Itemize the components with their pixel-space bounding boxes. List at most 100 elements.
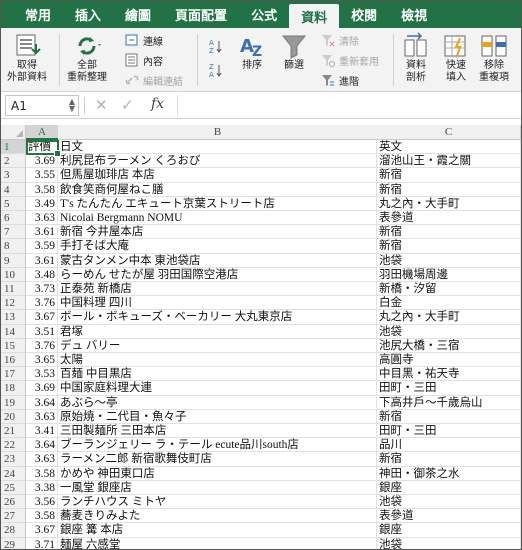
row-header[interactable]: 3: [1, 168, 26, 183]
ribbon-tab[interactable]: 插入: [63, 1, 113, 28]
row-header[interactable]: 24: [1, 466, 26, 481]
row-header[interactable]: 27: [1, 509, 26, 524]
cell-c[interactable]: 池袋: [377, 537, 521, 549]
row-header[interactable]: 4: [1, 182, 26, 197]
cell-a[interactable]: 3.58: [26, 466, 58, 481]
row-header[interactable]: 29: [1, 537, 26, 549]
cell-a[interactable]: 3.58: [26, 182, 58, 197]
row-header[interactable]: 17: [1, 367, 26, 382]
cell-b[interactable]: 日文: [58, 140, 377, 155]
cell-a[interactable]: 3.63: [26, 409, 58, 424]
row-header[interactable]: 1: [1, 140, 26, 155]
ribbon-tab[interactable]: 資料: [289, 4, 340, 28]
cell-b[interactable]: 中国家庭料理大連: [58, 381, 377, 396]
cell-c[interactable]: 品川: [377, 438, 521, 453]
row-header[interactable]: 16: [1, 353, 26, 368]
cell-b[interactable]: T's たんたん エキュート京葉ストリート店: [58, 196, 377, 211]
row-header[interactable]: 21: [1, 424, 26, 439]
row-header[interactable]: 11: [1, 282, 26, 297]
cell-c[interactable]: 田町・三田: [377, 424, 521, 439]
ribbon-tab[interactable]: 常用: [13, 1, 63, 28]
cell-c[interactable]: 銀座: [377, 480, 521, 495]
cell-a[interactable]: 3.69: [26, 381, 58, 396]
cell-b[interactable]: あぶら〜亭: [58, 395, 377, 410]
ribbon-tab[interactable]: 檢視: [389, 1, 439, 28]
cell-b[interactable]: ラーメン二郎 新宿歌舞伎町店: [58, 452, 377, 467]
cell-a[interactable]: 3.48: [26, 267, 58, 282]
cell-b[interactable]: 正泰苑 新橋店: [58, 282, 377, 297]
cell-b[interactable]: Nicolai Bergmann NOMU: [58, 211, 377, 226]
cell-c[interactable]: 英文: [377, 140, 521, 155]
sort-descending-button[interactable]: ZA: [209, 62, 227, 79]
row-header[interactable]: 7: [1, 225, 26, 240]
row-header[interactable]: 20: [1, 409, 26, 424]
cell-b[interactable]: ブーランジェリー ラ・テール ecute品川south店: [58, 438, 377, 453]
cell-c[interactable]: 丸之內・大手町: [377, 310, 521, 325]
cell-a[interactable]: 3.63: [26, 211, 58, 226]
cell-c[interactable]: 新橋・汐留: [377, 282, 521, 297]
cell-b[interactable]: 飲食笑商何屋ねこ膳: [58, 182, 377, 197]
row-header[interactable]: 22: [1, 438, 26, 453]
cell-a[interactable]: 3.56: [26, 495, 58, 510]
row-header[interactable]: 6: [1, 211, 26, 226]
cell-c[interactable]: 羽田機場周邊: [377, 267, 521, 282]
name-box-dropdown-icon[interactable]: ▲ ▼: [69, 98, 75, 113]
name-box[interactable]: A1 ▲ ▼: [5, 95, 79, 116]
cell-b[interactable]: 蒙古タンメン中本 東池袋店: [58, 253, 377, 268]
cell-a[interactable]: 3.76: [26, 338, 58, 353]
reapply-button[interactable]: 重新套用: [321, 52, 379, 68]
row-header[interactable]: 14: [1, 324, 26, 339]
cell-b[interactable]: らーめん せたが屋 羽田国際空港店: [58, 267, 377, 282]
properties-button[interactable]: 內容: [125, 52, 163, 68]
cell-c[interactable]: 中目黑・祐天寺: [377, 367, 521, 382]
cell-a[interactable]: 評價: [26, 140, 58, 155]
cell-c[interactable]: 高圓寺: [377, 353, 521, 368]
get-external-data-button[interactable]: 取得 外部資料: [7, 32, 47, 84]
column-header-c[interactable]: C: [377, 125, 521, 140]
cell-c[interactable]: 池袋: [377, 324, 521, 339]
cancel-icon[interactable]: ✕: [95, 96, 108, 114]
cell-c[interactable]: 丸之內・大手町: [377, 196, 521, 211]
sort-button[interactable]: A Z 排序: [237, 32, 267, 72]
row-header[interactable]: 10: [1, 267, 26, 282]
cell-c[interactable]: 銀座: [377, 523, 521, 538]
cell-a[interactable]: 3.69: [26, 154, 58, 169]
cell-c[interactable]: 新宿: [377, 239, 521, 254]
cell-c[interactable]: 新宿: [377, 225, 521, 240]
cell-a[interactable]: 3.64: [26, 438, 58, 453]
cell-b[interactable]: 三田製麺所 三田本店: [58, 424, 377, 439]
cell-b[interactable]: 太陽: [58, 353, 377, 368]
cell-b[interactable]: 但馬屋珈琲店 本店: [58, 168, 377, 183]
row-header[interactable]: 13: [1, 310, 26, 325]
cell-b[interactable]: 銀座 篝 本店: [58, 523, 377, 538]
cell-b[interactable]: ランチハウス ミトヤ: [58, 495, 377, 510]
advanced-filter-button[interactable]: 進階: [321, 72, 359, 88]
cell-a[interactable]: 3.67: [26, 523, 58, 538]
insert-function-icon[interactable]: fx: [151, 96, 164, 112]
cell-a[interactable]: 3.65: [26, 353, 58, 368]
column-header-b[interactable]: B: [58, 125, 378, 140]
cell-c[interactable]: 表參道: [377, 509, 521, 524]
refresh-all-button[interactable]: 全部 重新整理: [67, 32, 107, 84]
cell-b[interactable]: ボール・ボキューズ・ベーカリー 大丸東京店: [58, 310, 377, 325]
sort-ascending-button[interactable]: AZ: [209, 38, 227, 55]
connections-button[interactable]: 連線: [125, 32, 163, 48]
cell-c[interactable]: 表參道: [377, 211, 521, 226]
cell-b[interactable]: 新宿 今井屋本店: [58, 225, 377, 240]
formula-input[interactable]: [177, 95, 517, 116]
cell-a[interactable]: 3.67: [26, 310, 58, 325]
text-to-columns-button[interactable]: 資料 剖析: [401, 32, 431, 84]
remove-duplicates-button[interactable]: 移除 重複項: [479, 32, 509, 84]
cell-a[interactable]: 3.59: [26, 239, 58, 254]
cell-b[interactable]: 一風堂 銀座店: [58, 480, 377, 495]
cell-a[interactable]: 3.53: [26, 367, 58, 382]
row-header[interactable]: 5: [1, 196, 26, 211]
flash-fill-button[interactable]: 快速 填入: [441, 32, 471, 84]
row-header[interactable]: 8: [1, 239, 26, 254]
cell-b[interactable]: 麺屋 六感堂: [58, 537, 377, 549]
cell-b[interactable]: 中国料理 四川: [58, 296, 377, 311]
cell-c[interactable]: 白金: [377, 296, 521, 311]
cell-a[interactable]: 3.51: [26, 324, 58, 339]
cell-a[interactable]: 3.73: [26, 282, 58, 297]
row-header[interactable]: 28: [1, 523, 26, 538]
